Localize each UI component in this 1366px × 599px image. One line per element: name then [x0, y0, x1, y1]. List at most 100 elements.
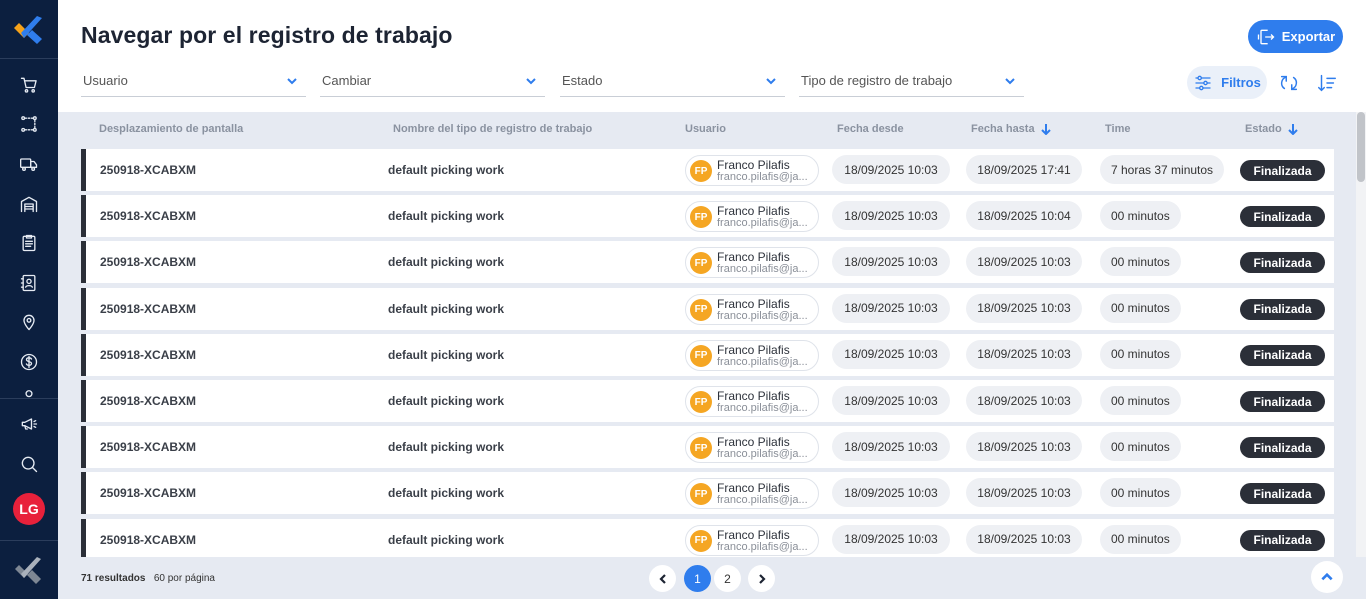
sort-icon[interactable]	[1316, 72, 1338, 94]
sidebar: LG	[0, 0, 58, 599]
time-pill: 00 minutos	[1100, 339, 1181, 369]
per-page-label: 60 por página	[153, 573, 215, 584]
user-email: franco.pilafis@ja...	[717, 171, 808, 183]
user-name: Franco Pilafis	[717, 389, 790, 403]
status-badge: Finalizada	[1240, 391, 1325, 412]
export-button[interactable]: Exportar	[1248, 20, 1343, 53]
column-header-user[interactable]: Usuario	[685, 123, 726, 135]
page-2-button[interactable]: 2	[714, 565, 741, 592]
results-summary: 71 resultados 60 por página	[81, 573, 215, 584]
time-pill: 00 minutos	[1100, 386, 1181, 415]
user-avatar: FP	[690, 437, 712, 460]
brand-logo-icon	[15, 557, 41, 584]
table-row[interactable]: 250918-XCABXM default picking work FP Franc…	[81, 380, 1334, 422]
truck-icon[interactable]	[17, 152, 41, 176]
table-row[interactable]: 250918-XCABXM default picking work FP Franc…	[81, 472, 1334, 515]
row-id: 250918-XCABXM	[100, 394, 197, 408]
user-email: franco.pilafis@ja...	[717, 263, 808, 276]
user-chip[interactable]: FP Franco Pilafis franco.pilafis@ja...	[685, 478, 819, 510]
status-filter-select[interactable]: Estado	[560, 66, 785, 97]
status-badge: Finalizada	[1240, 344, 1325, 366]
user-name: Franco Pilafis	[717, 435, 790, 450]
chevron-up-icon	[1321, 572, 1333, 581]
time-pill: 00 minutos	[1100, 524, 1181, 554]
megaphone-icon[interactable]	[17, 412, 41, 436]
row-type: default picking work	[388, 394, 505, 408]
column-header-date-to[interactable]: Fecha hasta	[971, 123, 1052, 135]
column-header-screen-offset[interactable]: Desplazamiento de pantalla	[99, 123, 243, 135]
column-header-date-from[interactable]: Fecha desde	[837, 123, 904, 135]
clipboard-icon[interactable]	[17, 231, 41, 255]
avatar[interactable]: LG	[13, 493, 45, 525]
user-avatar: FP	[690, 206, 712, 229]
row-type: default picking work	[388, 255, 505, 270]
user-icon[interactable]	[17, 386, 41, 398]
date-to-pill: 18/09/2025 10:03	[966, 247, 1082, 277]
filters-label: Filtros	[1221, 75, 1261, 90]
user-chip[interactable]: FP Franco Pilafis franco.pilafis@ja...	[685, 432, 819, 464]
change-filter-label: Cambiar	[322, 73, 372, 88]
user-chip[interactable]: FP Franco Pilafis franco.pilafis@ja...	[685, 155, 819, 186]
export-icon	[1257, 29, 1275, 44]
user-filter-select[interactable]: Usuario	[81, 66, 306, 97]
chevron-down-icon	[287, 78, 297, 85]
table-row[interactable]: 250918-XCABXM default picking work FP Franc…	[81, 287, 1334, 330]
user-name: Franco Pilafis	[717, 481, 790, 496]
page-1-button[interactable]: 1	[684, 565, 711, 592]
scrollbar-thumb[interactable]	[1357, 112, 1365, 182]
sidebar-divider	[0, 398, 58, 399]
table-row[interactable]: 250918-XCABXM default picking work FP Franc…	[81, 333, 1334, 376]
row-id: 250918-XCABXM	[100, 347, 197, 362]
user-avatar: FP	[690, 391, 712, 413]
user-chip[interactable]: FP Franco Pilafis franco.pilafis@ja...	[685, 339, 819, 371]
user-email: franco.pilafis@ja...	[717, 494, 808, 507]
user-email: franco.pilafis@ja...	[717, 217, 808, 230]
status-badge: Finalizada	[1240, 298, 1325, 320]
user-chip[interactable]: FP Franco Pilafis franco.pilafis@ja...	[685, 201, 819, 233]
user-chip[interactable]: FP Franco Pilafis franco.pilafis@ja...	[685, 386, 819, 417]
date-to-pill: 18/09/2025 10:03	[966, 386, 1082, 415]
user-avatar: FP	[690, 298, 712, 321]
column-header-time[interactable]: Time	[1105, 123, 1130, 135]
table-row[interactable]: 250918-XCABXM default picking work FP Franc…	[81, 149, 1334, 191]
column-header-type[interactable]: Nombre del tipo de registro de trabajo	[393, 123, 592, 135]
route-icon[interactable]	[17, 112, 41, 136]
user-avatar: FP	[690, 344, 712, 367]
user-chip[interactable]: FP Franco Pilafis franco.pilafis@ja...	[685, 293, 819, 325]
column-header-status[interactable]: Estado	[1245, 123, 1299, 135]
arrow-down-icon	[1040, 124, 1051, 135]
contact-book-icon[interactable]	[17, 271, 41, 295]
row-type: default picking work	[388, 301, 505, 316]
status-badge: Finalizada	[1240, 252, 1325, 274]
scroll-to-top-button[interactable]	[1311, 561, 1343, 593]
table-row[interactable]: 250918-XCABXM default picking work FP Franc…	[81, 195, 1334, 238]
user-avatar: FP	[690, 252, 712, 275]
scrollbar[interactable]	[1356, 112, 1366, 557]
sidebar-divider	[0, 58, 58, 59]
dollar-icon[interactable]	[17, 350, 41, 374]
map-pin-icon[interactable]	[17, 310, 41, 334]
time-pill: 00 minutos	[1100, 293, 1181, 323]
time-pill: 00 minutos	[1100, 478, 1181, 508]
user-chip[interactable]: FP Franco Pilafis franco.pilafis@ja...	[685, 524, 819, 556]
search-icon[interactable]	[17, 452, 41, 476]
user-chip[interactable]: FP Franco Pilafis franco.pilafis@ja...	[685, 247, 819, 279]
warehouse-icon[interactable]	[17, 192, 41, 216]
table-row[interactable]: 250918-XCABXM default picking work FP Franc…	[81, 518, 1334, 557]
row-id: 250918-XCABXM	[100, 301, 197, 316]
table-row[interactable]: 250918-XCABXM default picking work FP Franc…	[81, 426, 1334, 469]
user-name: Franco Pilafis	[717, 158, 790, 172]
prev-page-button[interactable]	[649, 565, 676, 592]
work-log-table: Desplazamiento de pantalla Nombre del ti…	[58, 112, 1356, 557]
refresh-icon[interactable]	[1278, 72, 1300, 94]
filters-button[interactable]: Filtros	[1187, 66, 1267, 99]
next-page-button[interactable]	[748, 565, 775, 592]
table-row[interactable]: 250918-XCABXM default picking work FP Franc…	[81, 241, 1334, 284]
user-avatar: FP	[690, 160, 712, 182]
change-filter-select[interactable]: Cambiar	[320, 66, 545, 97]
cart-icon[interactable]	[17, 73, 41, 97]
user-filter-label: Usuario	[83, 73, 128, 88]
user-email: franco.pilafis@ja...	[717, 355, 808, 368]
work-log-type-filter-select[interactable]: Tipo de registro de trabajo	[799, 66, 1024, 97]
app-logo[interactable]	[11, 14, 45, 44]
